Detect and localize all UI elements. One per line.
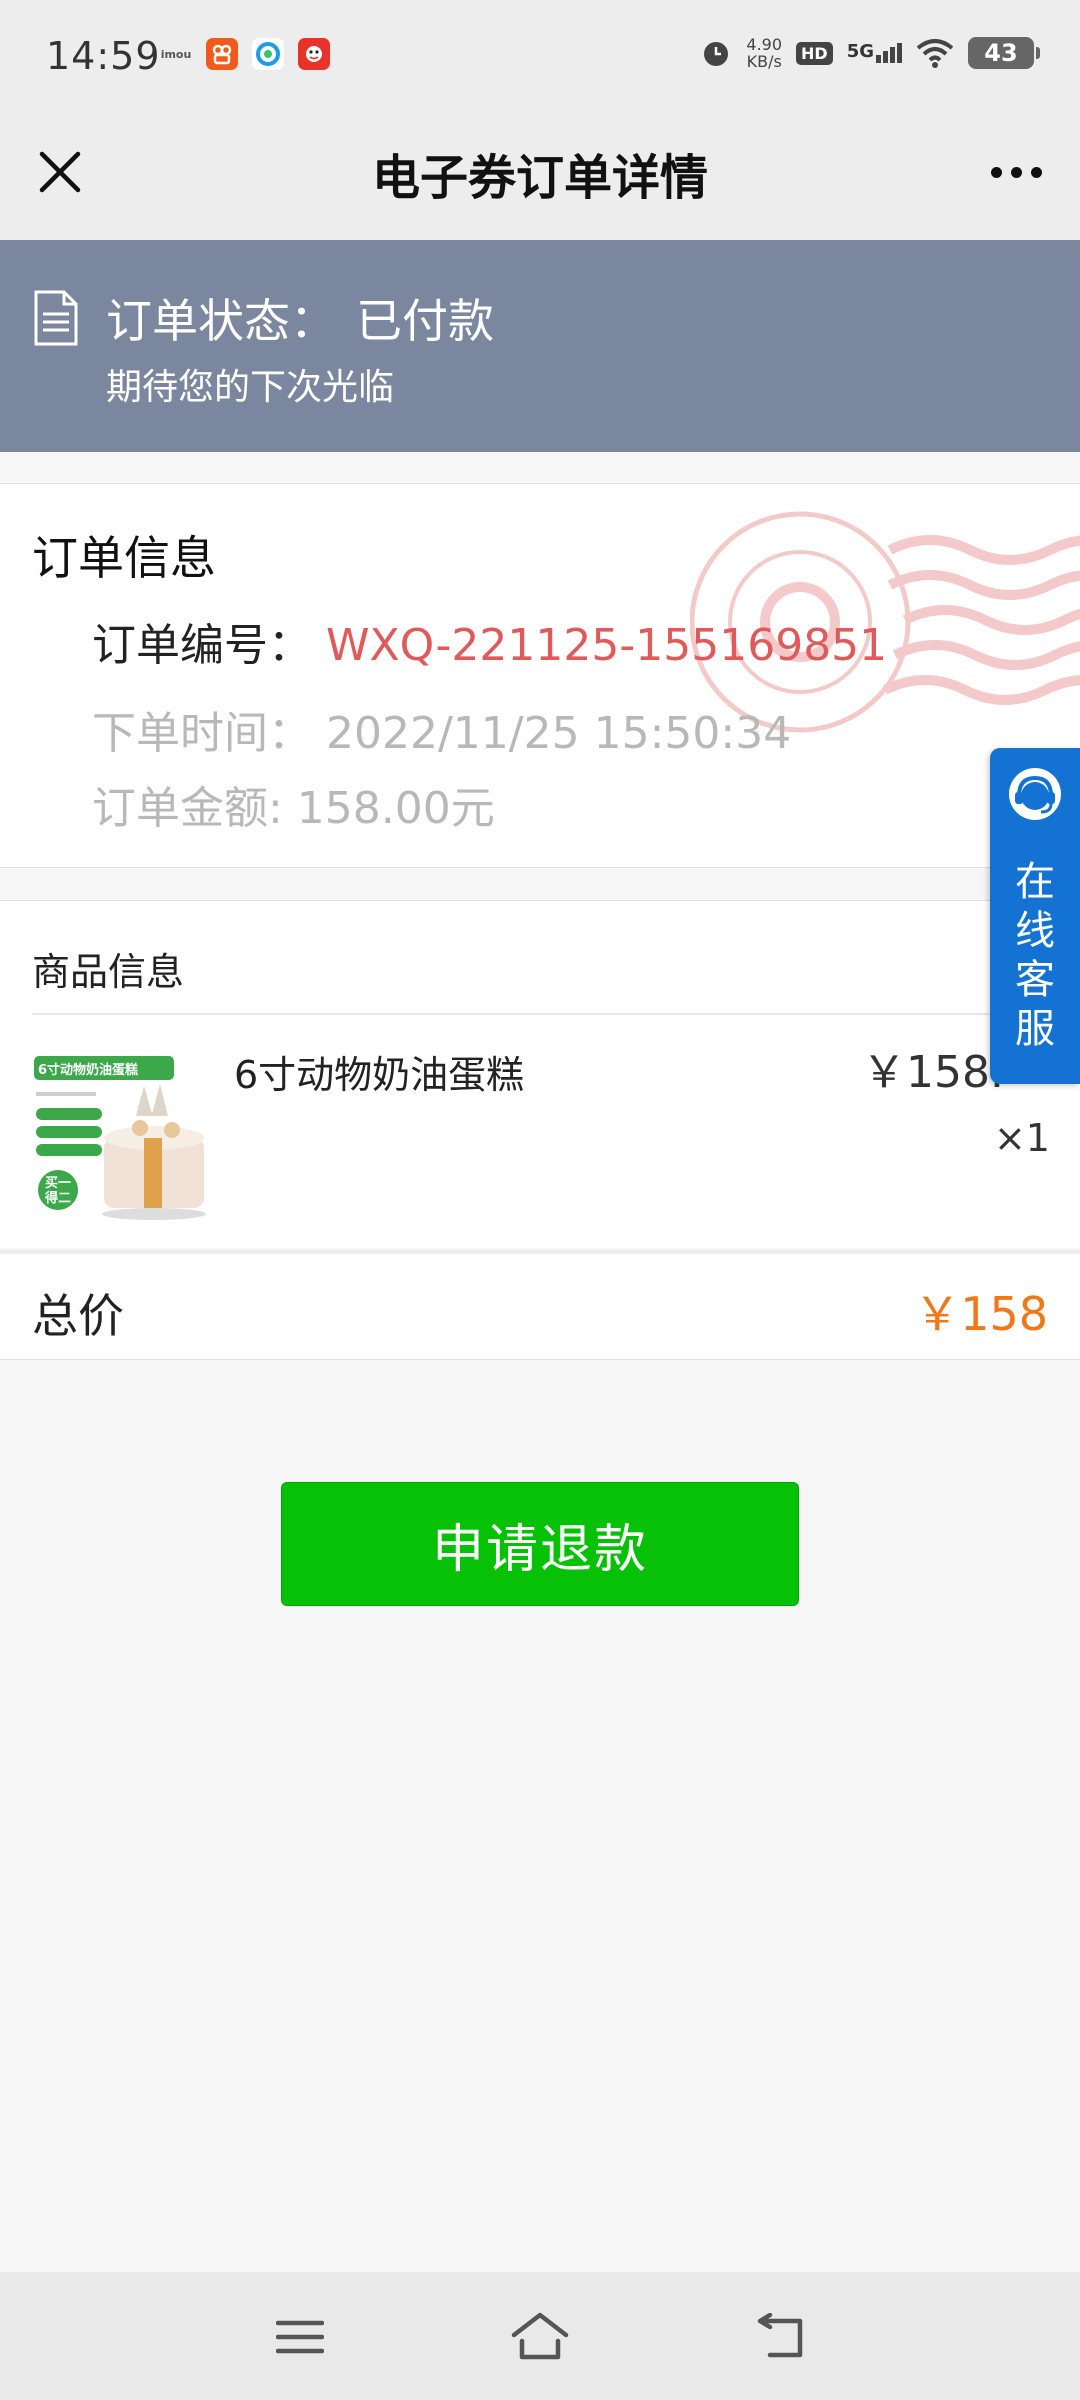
online-service-button[interactable]: 在线客服 — [990, 748, 1080, 1084]
qq-icon — [298, 38, 330, 70]
divider — [32, 1013, 1080, 1015]
menu-icon[interactable] — [265, 2302, 335, 2372]
product-name[interactable]: 6寸动物奶油蛋糕 — [234, 1044, 524, 1099]
online-service-label: 在线客服 — [990, 858, 1080, 1054]
order-number-label: 订单编号： — [92, 620, 312, 671]
product-price: ￥158. — [862, 1047, 1004, 1098]
more-icon[interactable] — [976, 140, 1056, 204]
status-bar: 14:59 imou 4.90 KB/s HD 5G 43 — [0, 0, 1080, 110]
wifi-icon — [916, 39, 954, 68]
status-value: 已付款 — [356, 294, 494, 348]
order-info-card: 订单信息 订单编号： WXQ-221125-155169851 下单时间： 2022… — [0, 483, 1080, 868]
imou-icon: imou — [160, 47, 192, 61]
net-speed-value: 4.90 — [746, 35, 783, 54]
order-number-row: 订单编号： WXQ-221125-155169851 — [92, 609, 887, 673]
online-service-text: 在线客服 — [1015, 859, 1055, 1052]
status-time: 14:59 — [46, 34, 161, 78]
total-row: 总价 ￥158 — [0, 1250, 1080, 1360]
kuaishou-icon — [206, 38, 238, 70]
order-info-heading: 订单信息 — [32, 531, 216, 585]
refund-button[interactable]: 申请退款 — [281, 1482, 799, 1606]
system-nav-bar — [0, 2272, 1080, 2400]
order-time-row: 下单时间： 2022/11/25 15:50:34 — [92, 697, 791, 761]
product-info-heading: 商品信息 — [32, 950, 185, 994]
battery-icon: 43 — [968, 37, 1040, 69]
browser-icon — [252, 38, 284, 70]
status-indicators: 4.90 KB/s HD 5G 43 — [700, 36, 1040, 70]
thumb-title: 6寸动物奶油蛋糕 — [38, 1063, 139, 1078]
order-amount: 订单金额: 158.00元 — [92, 783, 495, 834]
order-status-banner: 订单状态： 已付款 期待您的下次光临 — [0, 240, 1080, 452]
document-icon — [34, 290, 78, 346]
order-time: 2022/11/25 15:50:34 — [326, 708, 792, 759]
order-number[interactable]: WXQ-221125-155169851 — [326, 620, 887, 671]
hd-badge: HD — [796, 41, 833, 65]
headset-icon — [1009, 768, 1061, 820]
total-value: ￥158 — [914, 1287, 1048, 1341]
product-info-card: 商品信息 6寸动物奶油蛋糕 买一得二 6寸动物奶油蛋糕 ￥158. ×1 — [0, 900, 1080, 1248]
thumb-badge: 买一得二 — [44, 1176, 71, 1206]
product-thumbnail[interactable]: 6寸动物奶油蛋糕 买一得二 — [32, 1046, 208, 1222]
home-icon[interactable] — [505, 2302, 575, 2372]
status-label: 订单状态： — [106, 294, 336, 348]
nav-bar: 电子券订单详情 — [0, 110, 1080, 240]
product-quantity: ×1 — [993, 1116, 1050, 1160]
status-subtitle: 期待您的下次光临 — [106, 367, 395, 408]
page-title: 电子券订单详情 — [371, 150, 708, 206]
signal-icon: 5G — [847, 43, 902, 63]
total-label: 总价 — [32, 1289, 124, 1343]
net-speed-unit: KB/s — [746, 52, 782, 71]
notification-icons: imou — [160, 38, 330, 70]
back-icon[interactable] — [745, 2302, 815, 2372]
net-speed: 4.90 KB/s — [746, 36, 782, 70]
network-type: 5G — [846, 41, 874, 62]
alarm-icon — [704, 42, 729, 66]
order-time-label: 下单时间： — [92, 708, 312, 759]
